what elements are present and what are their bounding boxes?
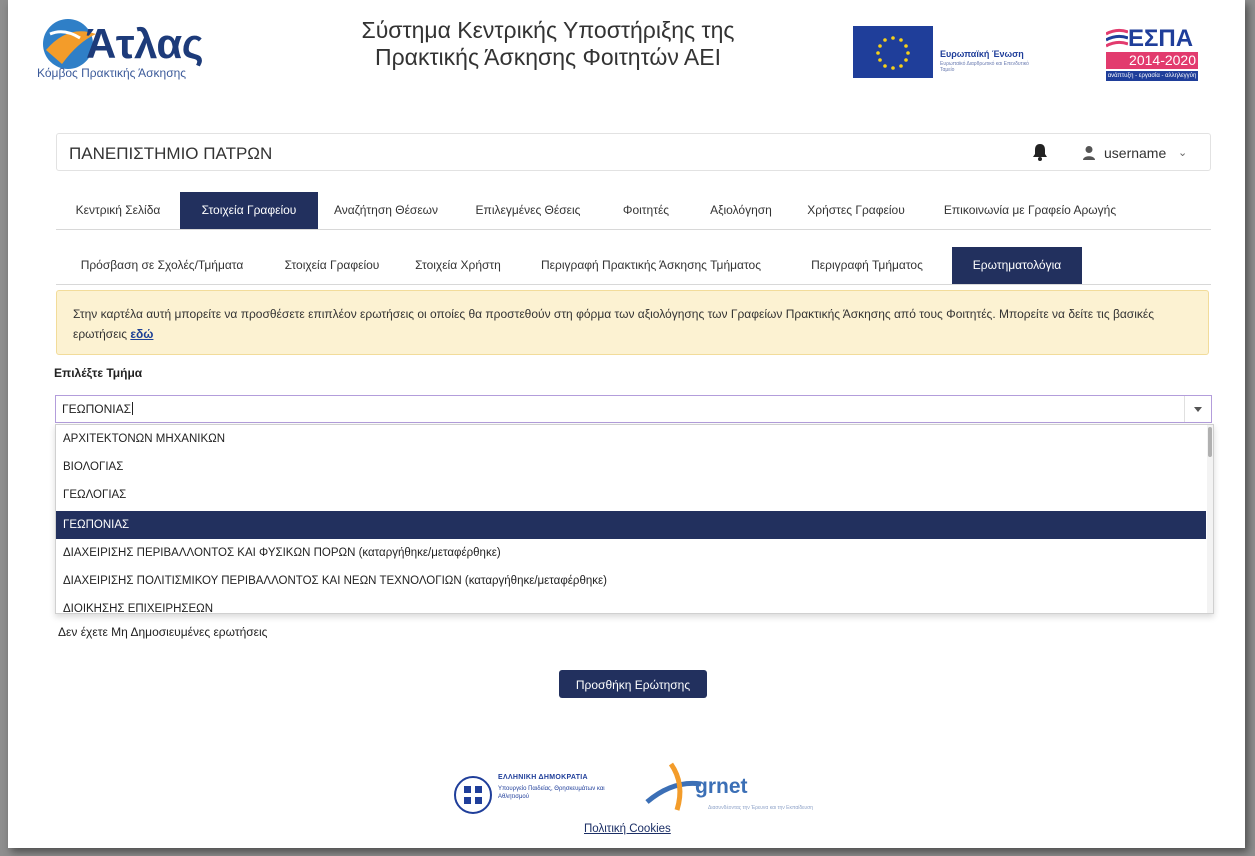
system-title-line1: Σύστημα Κεντρικής Υποστήριξης της — [361, 17, 735, 43]
espa-stripes-icon — [1106, 28, 1128, 48]
subtab-schools-access[interactable]: Πρόσβαση σε Σχολές/Τμήματα — [56, 247, 268, 284]
info-alert: Στην καρτέλα αυτή μπορείτε να προσθέσετε… — [56, 290, 1209, 355]
dropdown-option[interactable]: ΔΙΑΧΕΙΡΙΣΗΣ ΠΕΡΙΒΑΛΛΟΝΤΟΣ ΚΑΙ ΦΥΣΙΚΩΝ ΠΟ… — [56, 539, 1206, 567]
dropdown-option[interactable]: ΓΕΩΛΟΓΙΑΣ — [56, 481, 1206, 509]
alert-link[interactable]: εδώ — [130, 327, 153, 341]
logo-subtitle: Κόμβος Πρακτικής Άσκησης — [37, 66, 187, 80]
eu-sublabel: Ευρωπαϊκό Διαρθρωτικό και Επενδυτικό Ταμ… — [940, 61, 1029, 73]
main-nav: Κεντρική Σελίδα Στοιχεία Γραφείου Αναζήτ… — [56, 192, 1211, 230]
institution-name: ΠΑΝΕΠΙΣΤΗΜΙΟ ΠΑΤΡΩΝ — [69, 144, 273, 163]
system-title-line2: Πρακτικής Άσκησης Φοιτητών ΑΕΙ — [374, 44, 722, 70]
institution-bar: ΠΑΝΕΠΙΣΤΗΜΙΟ ΠΑΤΡΩΝ username ⌄ — [56, 133, 1211, 171]
dropdown-option[interactable]: ΔΙΟΙΚΗΣΗΣ ΕΠΙΧΕΙΡΗΣΕΩΝ — [56, 595, 1206, 613]
eu-label: Ευρωπαϊκή Ένωση — [940, 49, 1024, 59]
department-dropdown-list: ΑΡΧΙΤΕΚΤΟΝΩΝ ΜΗΧΑΝΙΚΩΝ ΒΙΟΛΟΓΙΑΣ ΓΕΩΛΟΓΙ… — [55, 424, 1214, 614]
tab-home[interactable]: Κεντρική Σελίδα — [56, 192, 180, 229]
subtab-questionnaires[interactable]: Ερωτηματολόγια — [952, 247, 1082, 284]
ministry-label: Υπουργείο Παιδείας, Θρησκευμάτων και Αθλ… — [498, 786, 605, 800]
espa-wordmark: ΕΣΠΑ — [1128, 25, 1194, 52]
tab-selected-positions[interactable]: Επιλεγμένες Θέσεις — [454, 192, 602, 229]
espa-years: 2014-2020 — [1106, 52, 1198, 69]
tab-office-users[interactable]: Χρήστες Γραφείου — [792, 192, 920, 229]
system-title: Σύστημα Κεντρικής Υποστήριξης της Πρακτι… — [308, 17, 788, 71]
tab-evaluation[interactable]: Αξιολόγηση — [690, 192, 792, 229]
tab-office-details[interactable]: Στοιχεία Γραφείου — [180, 192, 318, 229]
hellenic-republic-label: ΕΛΛΗΝΙΚΗ ΔΗΜΟΚΡΑΤΙΑ — [498, 774, 588, 781]
scrollbar-thumb[interactable] — [1208, 427, 1212, 457]
tab-helpdesk-contact[interactable]: Επικοινωνία με Γραφείο Αρωγής — [920, 192, 1140, 229]
logo-wordmark: Άτλας — [86, 20, 204, 67]
subtab-internship-description[interactable]: Περιγραφή Πρακτικής Άσκησης Τμήματος — [520, 247, 782, 284]
dropdown-option[interactable]: ΒΙΟΛΟΓΙΑΣ — [56, 453, 1206, 481]
dropdown-option-selected[interactable]: ΓΕΩΠΟΝΙΑΣ — [56, 511, 1206, 539]
subtab-office-details[interactable]: Στοιχεία Γραφείου — [268, 247, 396, 284]
tab-students[interactable]: Φοιτητές — [602, 192, 690, 229]
no-questions-message: Δεν έχετε Μη Δημοσιευμένες ερωτήσεις — [58, 625, 268, 639]
tab-search-positions[interactable]: Αναζήτηση Θέσεων — [318, 192, 454, 229]
alert-text: Στην καρτέλα αυτή μπορείτε να προσθέσετε… — [73, 307, 1155, 341]
dropdown-arrow-icon[interactable] — [1184, 396, 1211, 422]
user-icon[interactable] — [1082, 145, 1096, 161]
dropdown-option[interactable]: ΑΡΧΙΤΕΚΤΟΝΩΝ ΜΗΧΑΝΙΚΩΝ — [56, 425, 1206, 453]
add-question-button[interactable]: Προσθήκη Ερώτησης — [559, 670, 707, 698]
grnet-wordmark: grnet — [695, 775, 748, 798]
chevron-down-icon[interactable]: ⌄ — [1178, 146, 1187, 159]
bell-icon[interactable] — [1032, 143, 1048, 161]
hellenic-republic-emblem-icon — [454, 776, 492, 814]
subtab-user-details[interactable]: Στοιχεία Χρήστη — [396, 247, 520, 284]
department-select[interactable]: ΓΕΩΠΟΝΙΑΣ — [55, 395, 1212, 423]
espa-tagline: ανάπτυξη - εργασία - αλληλεγγύη — [1106, 71, 1198, 81]
cookies-policy-link[interactable]: Πολιτική Cookies — [584, 823, 671, 835]
dropdown-scrollbar[interactable] — [1207, 425, 1213, 613]
username-menu[interactable]: username — [1104, 145, 1166, 161]
eu-flag-icon — [853, 26, 933, 78]
grnet-tagline: Διασυνδέοντας την Έρευνα και την Εκπαίδε… — [708, 805, 814, 811]
espa-logo: ΕΣΠΑ 2014-2020 ανάπτυξη - εργασία - αλλη… — [1106, 25, 1198, 85]
dropdown-option[interactable]: ΔΙΑΧΕΙΡΙΣΗΣ ΠΟΛΙΤΙΣΜΙΚΟΥ ΠΕΡΙΒΑΛΛΟΝΤΟΣ Κ… — [56, 567, 1206, 595]
department-select-value[interactable]: ΓΕΩΠΟΝΙΑΣ — [62, 402, 134, 416]
subtab-department-description[interactable]: Περιγραφή Τμήματος — [782, 247, 952, 284]
sub-nav: Πρόσβαση σε Σχολές/Τμήματα Στοιχεία Γραφ… — [56, 247, 1211, 285]
app-window: Άτλας Κόμβος Πρακτικής Άσκησης Σύστημα Κ… — [8, 0, 1245, 848]
department-select-label: Επιλέξτε Τμήμα — [54, 366, 143, 380]
